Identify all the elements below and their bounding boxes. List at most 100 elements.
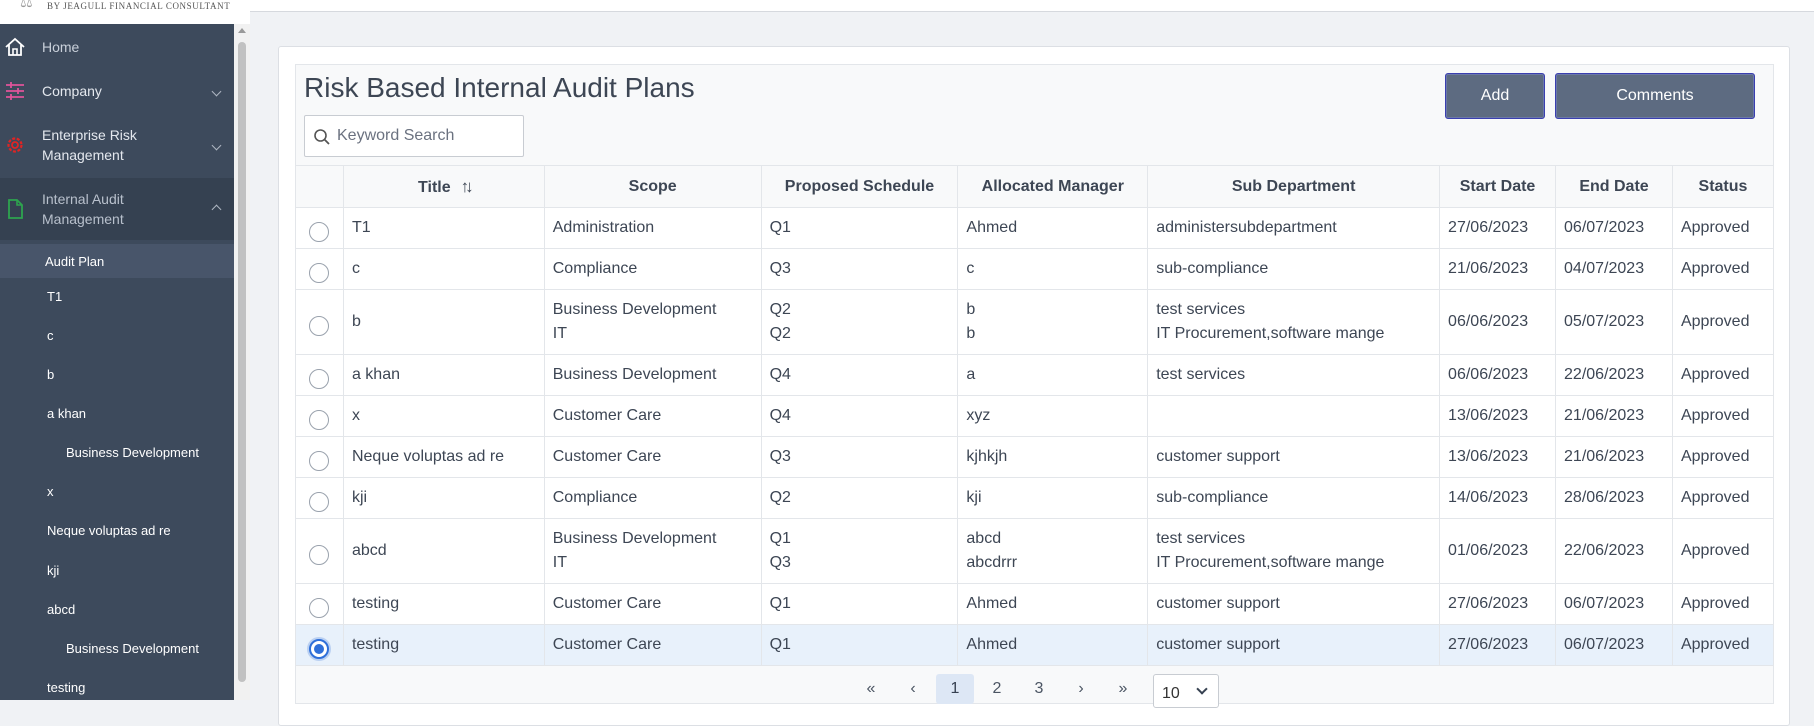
row-radio[interactable] (309, 409, 330, 430)
row-select-cell[interactable] (295, 289, 344, 355)
cell-sub-department-line: sub-compliance (1156, 260, 1269, 277)
cell-scope-line: Customer Care (552, 407, 662, 424)
table-row[interactable]: b Business Development IT Q2 Q2 b b test servic… (295, 289, 1775, 355)
table-row[interactable]: kji Compliance Q2 kji sub-compliance 14/06/20… (295, 477, 1775, 519)
cell-manager-line: abcdrrr (966, 554, 1018, 571)
cell-sub-department-line: IT Procurement,software mange (1156, 325, 1385, 342)
row-radio[interactable] (309, 491, 330, 512)
cell-schedule-line: Q4 (769, 366, 791, 383)
cell-sub-department: customer support (1147, 583, 1441, 625)
keyword-search[interactable] (304, 115, 524, 157)
row-select-cell[interactable] (295, 436, 344, 478)
cell-start-date: 06/06/2023 (1439, 289, 1557, 355)
sidebar-subitem-business-development-2[interactable]: Business Development (0, 631, 234, 665)
table-row[interactable]: x Customer Care Q4 xyz 13/06/2023 21/06/2023 A… (295, 395, 1775, 437)
sidebar-subitem-business-development[interactable]: Business Development (0, 435, 234, 469)
sidebar-subitem-kji[interactable]: kji (0, 553, 234, 587)
row-radio[interactable] (309, 450, 330, 471)
cell-manager-line: kjhkjh (966, 448, 1008, 465)
cell-title: b (342, 289, 545, 355)
cell-manager-line: b (966, 325, 976, 342)
cell-title: kji (342, 477, 545, 519)
table-row[interactable]: Neque voluptas ad re Customer Care Q3 kjhkj… (295, 436, 1775, 478)
cell-status: Approved (1671, 624, 1775, 666)
sidebar-subitem-b[interactable]: b (0, 357, 234, 391)
scroll-up-icon[interactable] (238, 28, 246, 33)
table-body: T1 Administration Q1 Ahmed administersubdepa… (295, 207, 1775, 666)
header-title[interactable]: Title ↑↓ (342, 165, 545, 208)
scrollbar-thumb[interactable] (238, 42, 246, 682)
row-select-cell[interactable] (295, 477, 344, 519)
cell-scope-line: Business Development (552, 366, 717, 383)
cell-scope-line: Compliance (552, 260, 638, 277)
comments-button[interactable]: Comments (1555, 73, 1755, 119)
page-title: Risk Based Internal Audit Plans (304, 72, 695, 103)
cell-sub-department-line: test services (1156, 301, 1246, 318)
row-radio[interactable] (309, 597, 330, 618)
row-radio[interactable] (309, 315, 330, 336)
sort-icon[interactable]: ↑↓ (461, 177, 474, 197)
sidebar-item-label: Home (42, 39, 80, 55)
cell-scope: Customer Care (543, 624, 762, 666)
search-input[interactable] (337, 124, 517, 148)
cell-sub-department-line: sub-compliance (1156, 489, 1269, 506)
cell-start-date: 27/06/2023 (1439, 624, 1557, 666)
row-radio[interactable] (309, 221, 330, 242)
rows-per-page-select[interactable]: 10 (1153, 674, 1219, 708)
row-radio[interactable] (309, 368, 330, 389)
sidebar-scrollbar[interactable] (234, 24, 250, 700)
table-row[interactable]: testing Customer Care Q1 Ahmed customer supp… (295, 583, 1775, 625)
cell-scope-line: Customer Care (552, 636, 662, 653)
cell-scope: Customer Care (543, 436, 762, 478)
row-select-cell[interactable] (295, 624, 344, 666)
cell-scope-line: IT (552, 325, 567, 342)
cell-status: Approved (1671, 354, 1775, 396)
cell-scope-line: Compliance (552, 489, 638, 506)
row-select-cell[interactable] (295, 354, 344, 396)
row-select-cell[interactable] (295, 395, 344, 437)
cell-status: Approved (1671, 583, 1775, 625)
table-row[interactable]: testing Customer Care Q1 Ahmed customer supp… (295, 624, 1775, 666)
add-button[interactable]: Add (1445, 73, 1545, 119)
row-select-cell[interactable] (295, 207, 344, 249)
sidebar-subitem-a-khan[interactable]: a khan (0, 396, 234, 430)
table-row[interactable]: T1 Administration Q1 Ahmed administersubdepa… (295, 207, 1775, 249)
sidebar-subitem-neque-voluptas[interactable]: Neque voluptas ad re (0, 513, 234, 547)
row-select-cell[interactable] (295, 248, 344, 290)
cell-scope-line: Customer Care (552, 595, 662, 612)
cell-sub-department: test services (1147, 354, 1441, 396)
sidebar-subitem-c[interactable]: c (0, 318, 234, 352)
cell-start-date: 14/06/2023 (1439, 477, 1557, 519)
cell-title: testing (342, 583, 545, 625)
cell-start-date: 13/06/2023 (1439, 436, 1557, 478)
chevron-down-icon (211, 140, 222, 150)
cell-manager: xyz (957, 395, 1149, 437)
sidebar-subitem-t1[interactable]: T1 (0, 279, 234, 313)
row-select-cell[interactable] (295, 583, 344, 625)
cell-manager-line: kji (966, 489, 982, 506)
sidebar-item-home[interactable]: Home (0, 30, 234, 64)
row-radio[interactable] (309, 638, 330, 659)
table-row[interactable]: abcd Business Development IT Q1 Q3 abcd abcdrr… (295, 518, 1775, 584)
cell-manager: Ahmed (957, 583, 1149, 625)
row-select-cell[interactable] (295, 518, 344, 584)
table-row[interactable]: a khan Business Development Q4 a test servic… (295, 354, 1775, 396)
row-radio[interactable] (309, 544, 330, 565)
sidebar-item-internal-audit-management[interactable]: Internal Audit Management (0, 178, 234, 240)
sidebar-subitem-audit-plan[interactable]: Audit Plan (0, 244, 234, 278)
sidebar-subitem-abcd[interactable]: abcd (0, 592, 234, 626)
cell-sub-department: customer support (1147, 624, 1441, 666)
sidebar-item-enterprise-risk-management[interactable]: Enterprise Risk Management (0, 120, 234, 170)
row-radio[interactable] (309, 262, 330, 283)
header-scope: Scope (543, 165, 762, 208)
scales-icon: ⚖ (20, 0, 33, 10)
cell-manager-line: Ahmed (966, 595, 1018, 612)
pagination: « ‹ 1 2 3 › » 10 (0, 674, 1814, 708)
cell-sub-department (1147, 395, 1441, 437)
cell-title: a khan (342, 354, 545, 396)
header-end-date: End Date (1555, 165, 1673, 208)
sidebar-item-company[interactable]: Company (0, 74, 234, 108)
sidebar-subitem-x[interactable]: x (0, 474, 234, 508)
cell-schedule: Q2 (760, 477, 959, 519)
table-row[interactable]: c Compliance Q3 c sub-compliance 21/06/2023 04… (295, 248, 1775, 290)
